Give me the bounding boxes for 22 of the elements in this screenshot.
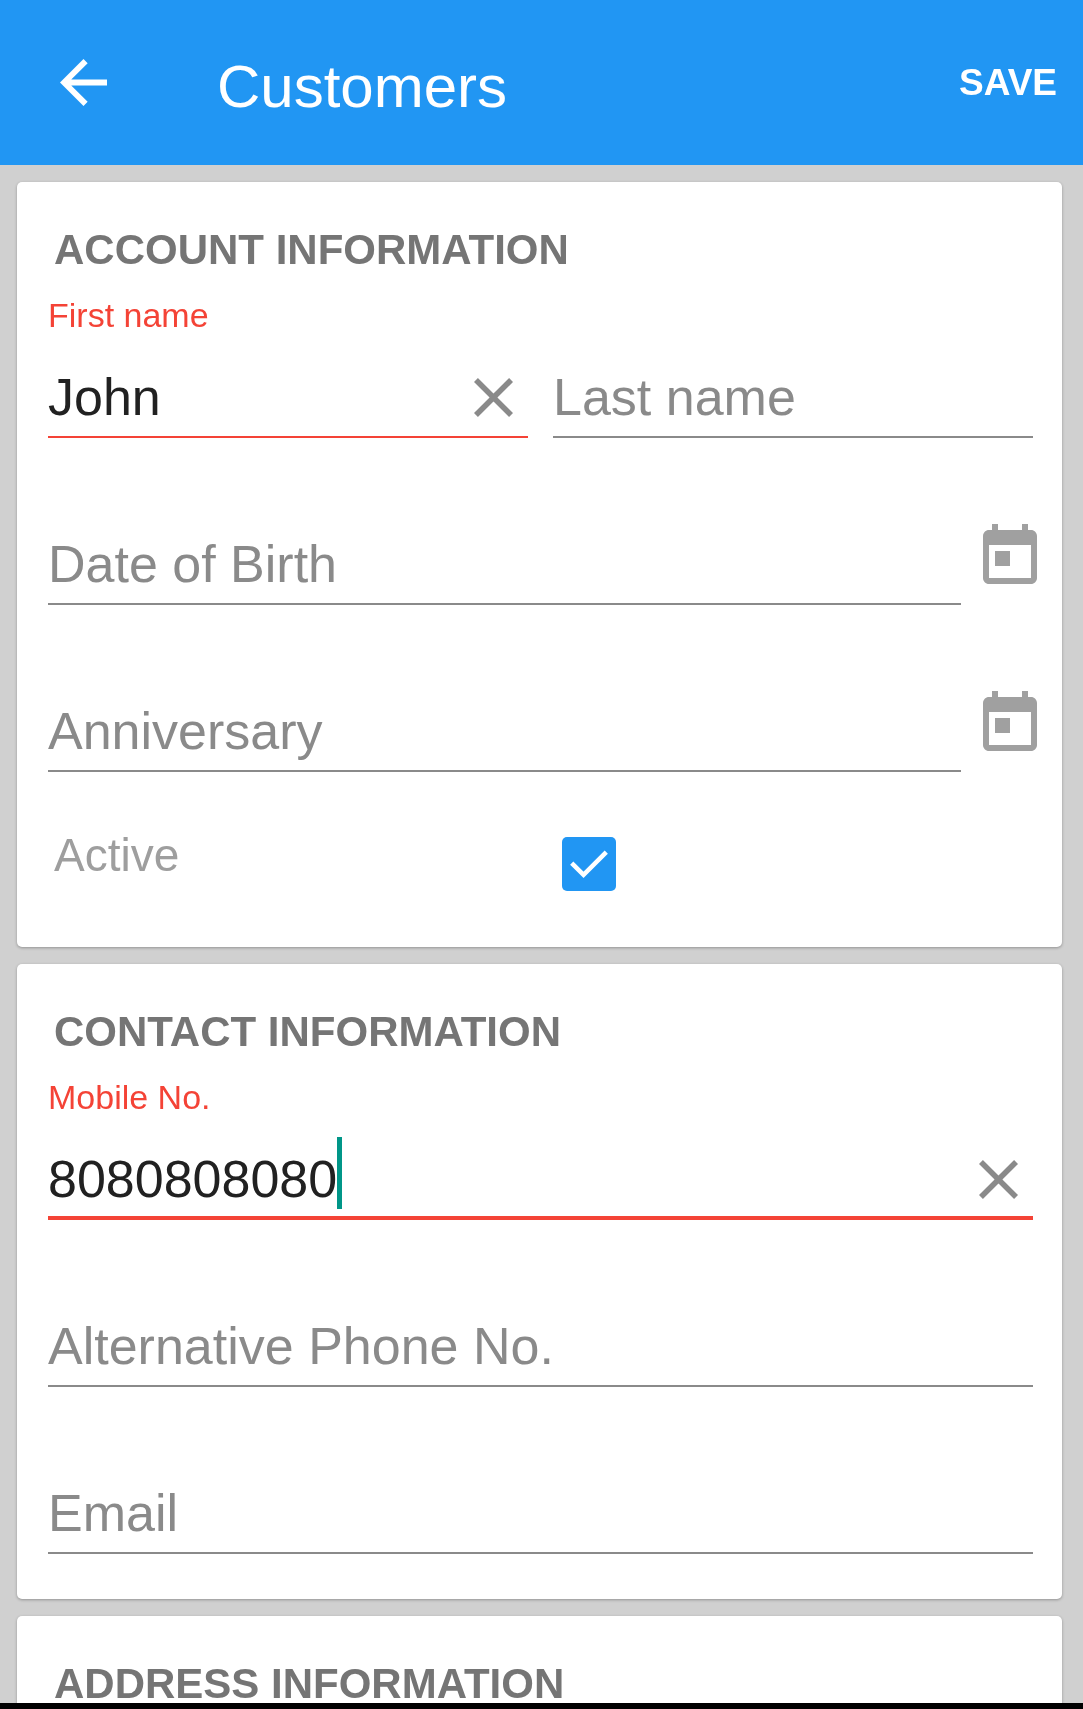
save-button[interactable]: SAVE xyxy=(959,60,1057,105)
calendar-icon[interactable] xyxy=(983,524,1037,584)
section-heading: CONTACT INFORMATION xyxy=(54,1015,562,1049)
page-title: Customers xyxy=(217,53,508,120)
date-field[interactable]: Date of Birth xyxy=(48,522,961,605)
floating-label: First name xyxy=(48,298,209,332)
text-field[interactable]: Last name xyxy=(553,355,1033,438)
clear-icon[interactable] xyxy=(979,1159,1018,1199)
clear-icon[interactable] xyxy=(474,377,513,417)
text-field[interactable]: Alternative Phone No. xyxy=(48,1304,1033,1387)
section-heading: ADDRESS INFORMATION xyxy=(54,1667,565,1701)
date-field[interactable]: Anniversary xyxy=(48,689,961,772)
floating-label: Mobile No. xyxy=(48,1080,211,1114)
text-field[interactable]: John xyxy=(48,355,528,438)
text-field[interactable]: 8080808080 xyxy=(48,1137,1033,1220)
section-heading: ACCOUNT INFORMATION xyxy=(54,233,569,267)
back-arrow-icon[interactable] xyxy=(60,59,107,106)
checkbox-label: Active xyxy=(54,832,180,878)
checkmark-icon xyxy=(569,849,609,879)
text-field[interactable]: Email xyxy=(48,1471,1033,1554)
checkbox[interactable] xyxy=(562,837,616,891)
calendar-icon[interactable] xyxy=(983,691,1037,751)
